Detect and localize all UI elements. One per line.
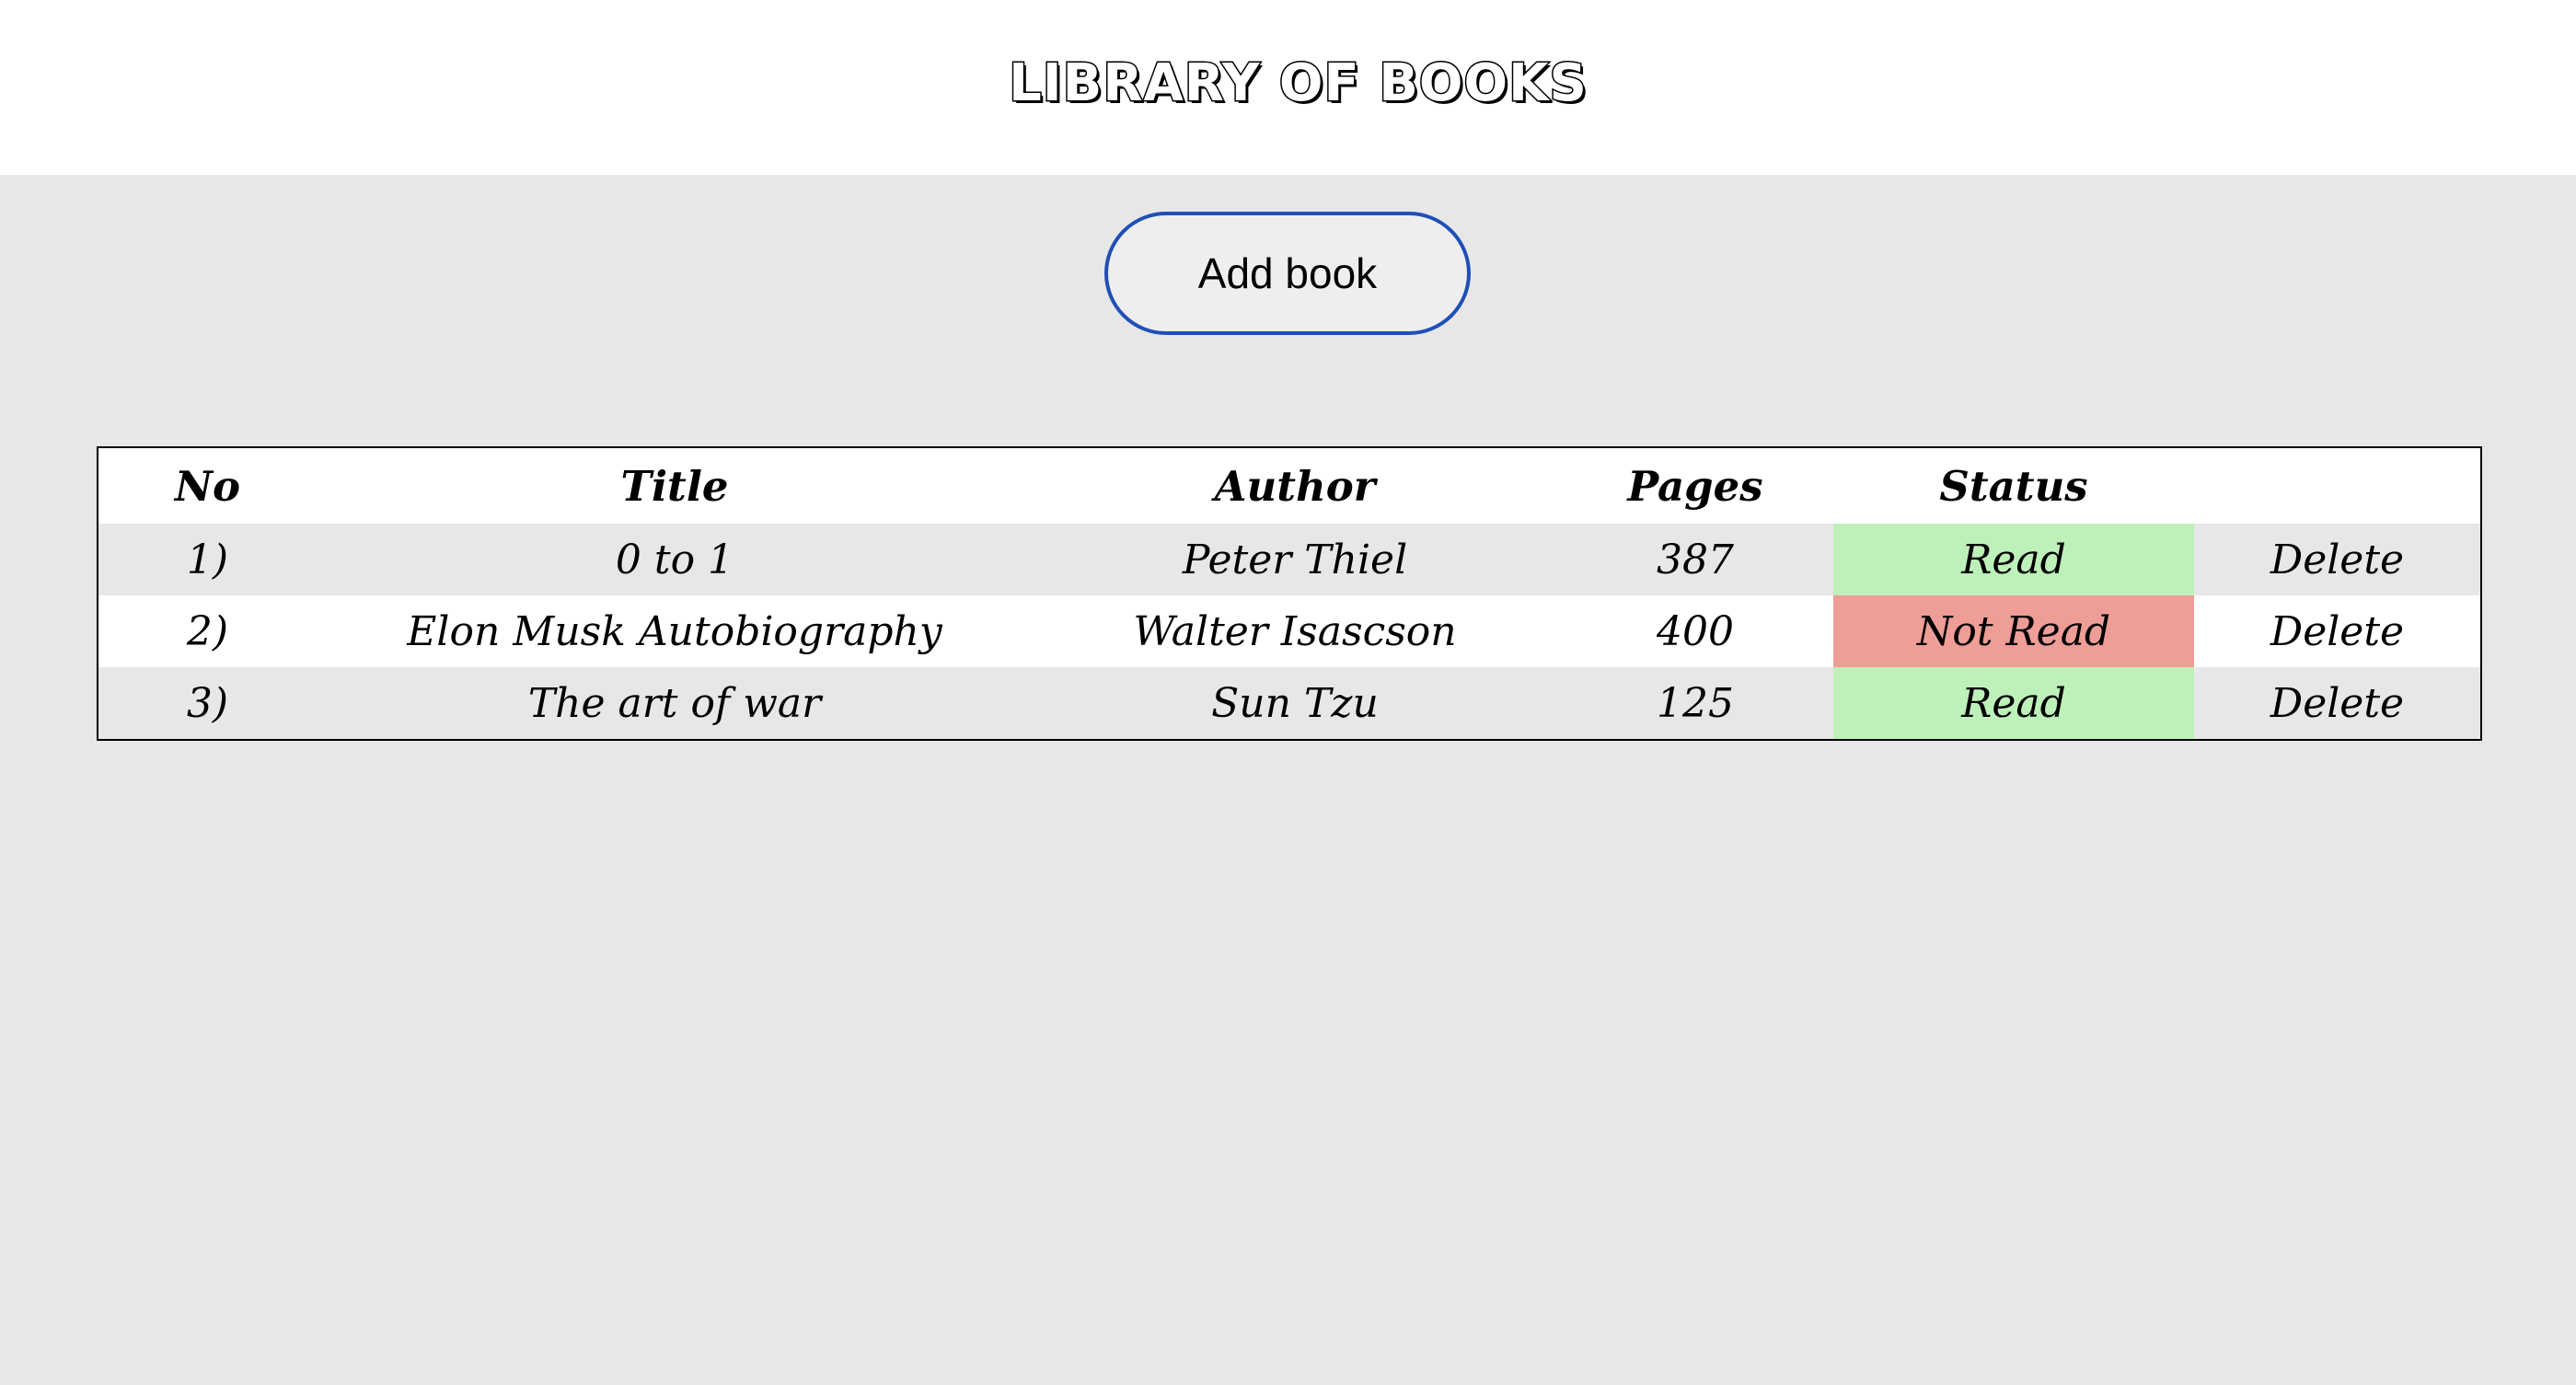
book-title: The art of war	[317, 667, 1033, 740]
column-header-title: Title	[317, 447, 1033, 524]
column-header-no: No	[98, 447, 317, 524]
table-row: 3) The art of war Sun Tzu 125 Read Delet…	[98, 667, 2481, 740]
delete-button[interactable]: Delete	[2194, 595, 2481, 667]
column-header-status: Status	[1833, 447, 2194, 524]
status-toggle[interactable]: Read	[1833, 524, 2194, 595]
column-header-pages: Pages	[1557, 447, 1833, 524]
book-pages: 400	[1557, 595, 1833, 667]
status-toggle[interactable]: Not Read	[1833, 595, 2194, 667]
table-row: 2) Elon Musk Autobiography Walter Isascs…	[98, 595, 2481, 667]
status-toggle[interactable]: Read	[1833, 667, 2194, 740]
delete-button[interactable]: Delete	[2194, 524, 2481, 595]
table-row: 1) 0 to 1 Peter Thiel 387 Read Delete	[98, 524, 2481, 595]
book-pages: 125	[1557, 667, 1833, 740]
book-number: 1)	[98, 524, 317, 595]
add-book-button[interactable]: Add book	[1104, 212, 1471, 335]
book-author: Walter Isascson	[1033, 595, 1557, 667]
books-table: No Title Author Pages Status 1) 0 to 1 P…	[97, 446, 2482, 741]
book-author: Sun Tzu	[1033, 667, 1557, 740]
table-header-row: No Title Author Pages Status	[98, 447, 2481, 524]
page-title: LIBRARY OF BOOKS	[1008, 53, 1588, 113]
book-number: 2)	[98, 595, 317, 667]
page-header: LIBRARY OF BOOKS	[0, 0, 2576, 175]
book-author: Peter Thiel	[1033, 524, 1557, 595]
column-header-actions	[2194, 447, 2481, 524]
book-number: 3)	[98, 667, 317, 740]
book-title: 0 to 1	[317, 524, 1033, 595]
book-pages: 387	[1557, 524, 1833, 595]
book-title: Elon Musk Autobiography	[317, 595, 1033, 667]
delete-button[interactable]: Delete	[2194, 667, 2481, 740]
column-header-author: Author	[1033, 447, 1557, 524]
